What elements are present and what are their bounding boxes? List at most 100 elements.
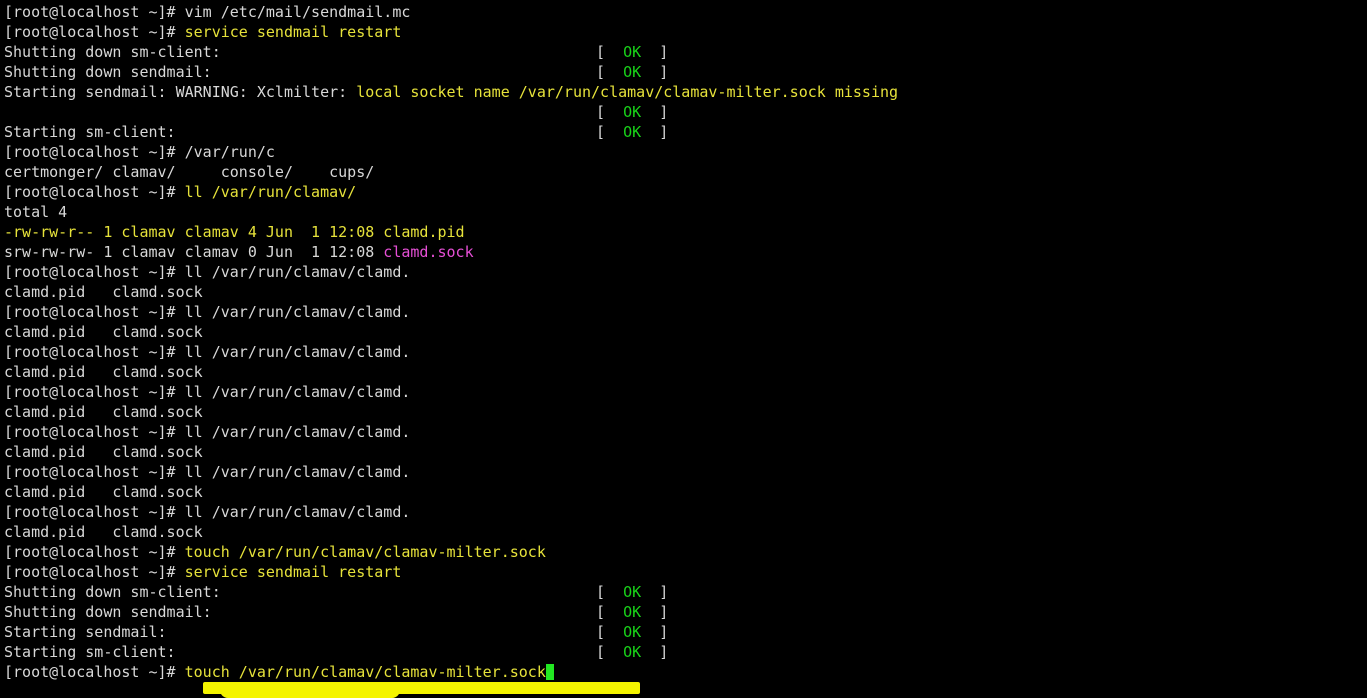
terminal-line: Starting sendmail: WARNING: Xclmilter: l…: [4, 82, 898, 102]
status-bracket-close: ]: [641, 603, 669, 621]
status-ok-indicator: [ OK ]: [596, 642, 668, 662]
terminal-text: ll /var/run/clamav/clamd.: [184, 503, 411, 521]
shell-prompt: [root@localhost ~]#: [4, 563, 185, 581]
terminal-line: [root@localhost ~]# /var/run/c: [4, 142, 898, 162]
status-bracket-open: [: [596, 643, 624, 661]
status-ok-text: OK: [623, 603, 642, 621]
terminal-line: [ OK ]: [4, 102, 898, 122]
terminal-text: service sendmail restart: [184, 23, 402, 41]
shell-prompt: [root@localhost ~]#: [4, 143, 185, 161]
status-ok-text: OK: [623, 643, 642, 661]
terminal-text: clamd.pid clamd.sock: [4, 483, 203, 501]
terminal-text: clamd.pid clamd.sock: [4, 443, 203, 461]
terminal-line: [root@localhost ~]# touch /var/run/clama…: [4, 542, 898, 562]
status-bracket-open: [: [596, 123, 624, 141]
status-bracket-close: ]: [641, 643, 669, 661]
status-ok-text: OK: [623, 43, 642, 61]
shell-prompt: [root@localhost ~]#: [4, 303, 185, 321]
status-ok-text: OK: [623, 103, 642, 121]
terminal-text: ll /var/run/clamav/clamd.: [184, 343, 411, 361]
status-bracket-close: ]: [641, 583, 669, 601]
shell-prompt: [root@localhost ~]#: [4, 383, 185, 401]
terminal-line-active-prompt[interactable]: [root@localhost ~]# touch /var/run/clama…: [4, 662, 898, 682]
shell-prompt: [root@localhost ~]#: [4, 343, 185, 361]
terminal-text: ll /var/run/clamav/: [184, 183, 357, 201]
terminal-line: clamd.pid clamd.sock: [4, 442, 898, 462]
shell-prompt: [root@localhost ~]#: [4, 543, 185, 561]
status-ok-indicator: [ OK ]: [596, 62, 668, 82]
status-bracket-close: ]: [641, 103, 669, 121]
status-bracket-open: [: [596, 603, 624, 621]
terminal-line: [root@localhost ~]# ll /var/run/clamav/c…: [4, 262, 898, 282]
terminal-line: [root@localhost ~]# ll /var/run/clamav/c…: [4, 462, 898, 482]
status-bracket-open: [: [596, 103, 624, 121]
terminal-text: service sendmail restart: [184, 563, 402, 581]
terminal-text: clamd.pid clamd.sock: [4, 523, 203, 541]
status-ok-text: OK: [623, 123, 642, 141]
terminal-text: Starting sendmail: WARNING: Xclmilter:: [4, 83, 357, 101]
status-ok-indicator: [ OK ]: [596, 622, 668, 642]
status-bracket-close: ]: [641, 43, 669, 61]
terminal-text: certmonger/ clamav/ console/ cups/: [4, 163, 375, 181]
terminal-text: local socket name /var/run/clamav/clamav…: [356, 83, 899, 101]
shell-prompt: [root@localhost ~]#: [4, 23, 185, 41]
text-cursor: [545, 664, 554, 680]
terminal-line: Starting sm-client: [ OK ]: [4, 122, 898, 142]
terminal-text: ll /var/run/clamav/clamd.: [184, 383, 411, 401]
status-ok-indicator: [ OK ]: [596, 582, 668, 602]
terminal-line: clamd.pid clamd.sock: [4, 522, 898, 542]
status-ok-indicator: [ OK ]: [596, 602, 668, 622]
shell-prompt: [root@localhost ~]#: [4, 423, 185, 441]
terminal-text: Starting sm-client:: [4, 643, 176, 661]
shell-prompt: [root@localhost ~]#: [4, 183, 185, 201]
terminal-line: certmonger/ clamav/ console/ cups/: [4, 162, 898, 182]
terminal-text: ll /var/run/clamav/clamd.: [184, 263, 411, 281]
terminal-line: clamd.pid clamd.sock: [4, 482, 898, 502]
shell-prompt: [root@localhost ~]#: [4, 503, 185, 521]
terminal-text: Starting sendmail:: [4, 623, 167, 641]
terminal-line: Shutting down sendmail: [ OK ]: [4, 602, 898, 622]
terminal-text: vim /etc/mail/sendmail.mc: [184, 3, 411, 21]
terminal-line: [root@localhost ~]# service sendmail res…: [4, 562, 898, 582]
terminal-line: [root@localhost ~]# ll /var/run/clamav/c…: [4, 422, 898, 442]
terminal-line: Shutting down sendmail: [ OK ]: [4, 62, 898, 82]
terminal-line: Shutting down sm-client: [ OK ]: [4, 42, 898, 62]
terminal-line: [root@localhost ~]# ll /var/run/clamav/c…: [4, 502, 898, 522]
terminal-text: srw-rw-rw- 1 clamav clamav 0 Jun 1 12:08: [4, 243, 384, 261]
status-bracket-close: ]: [641, 623, 669, 641]
terminal-text: total 4: [4, 203, 68, 221]
terminal-text: ll /var/run/clamav/clamd.: [184, 303, 411, 321]
terminal-line: clamd.pid clamd.sock: [4, 282, 898, 302]
terminal-text: Starting sm-client:: [4, 123, 176, 141]
terminal-window[interactable]: [root@localhost ~]# vim /etc/mail/sendma…: [0, 0, 1367, 698]
status-ok-indicator: [ OK ]: [596, 102, 668, 122]
terminal-output: [root@localhost ~]# vim /etc/mail/sendma…: [4, 2, 898, 682]
shell-prompt: [root@localhost ~]#: [4, 3, 185, 21]
terminal-text: ll /var/run/clamav/clamd.: [184, 463, 411, 481]
terminal-text: Shutting down sendmail:: [4, 603, 212, 621]
terminal-line: total 4: [4, 202, 898, 222]
terminal-line: clamd.pid clamd.sock: [4, 402, 898, 422]
terminal-line: [root@localhost ~]# vim /etc/mail/sendma…: [4, 2, 898, 22]
terminal-line: [root@localhost ~]# ll /var/run/clamav/: [4, 182, 898, 202]
terminal-text: -rw-rw-r-- 1 clamav clamav 4 Jun 1 12:08: [4, 223, 384, 241]
status-ok-indicator: [ OK ]: [596, 42, 668, 62]
terminal-text: touch /var/run/clamav/clamav-milter.sock: [184, 663, 546, 681]
terminal-line: [root@localhost ~]# ll /var/run/clamav/c…: [4, 342, 898, 362]
terminal-text: clamd.sock: [383, 243, 474, 261]
terminal-line: Starting sendmail: [ OK ]: [4, 622, 898, 642]
terminal-line: clamd.pid clamd.sock: [4, 322, 898, 342]
shell-prompt: [root@localhost ~]#: [4, 263, 185, 281]
terminal-line: [root@localhost ~]# service sendmail res…: [4, 22, 898, 42]
status-bracket-close: ]: [641, 63, 669, 81]
terminal-text: /var/run/c: [184, 143, 275, 161]
terminal-text: Shutting down sm-client:: [4, 43, 221, 61]
terminal-line: Shutting down sm-client: [ OK ]: [4, 582, 898, 602]
terminal-line: [root@localhost ~]# ll /var/run/clamav/c…: [4, 302, 898, 322]
status-ok-text: OK: [623, 63, 642, 81]
status-ok-text: OK: [623, 583, 642, 601]
terminal-text: Shutting down sendmail:: [4, 63, 212, 81]
status-bracket-open: [: [596, 623, 624, 641]
terminal-text: clamd.pid: [383, 223, 465, 241]
terminal-line: [root@localhost ~]# ll /var/run/clamav/c…: [4, 382, 898, 402]
